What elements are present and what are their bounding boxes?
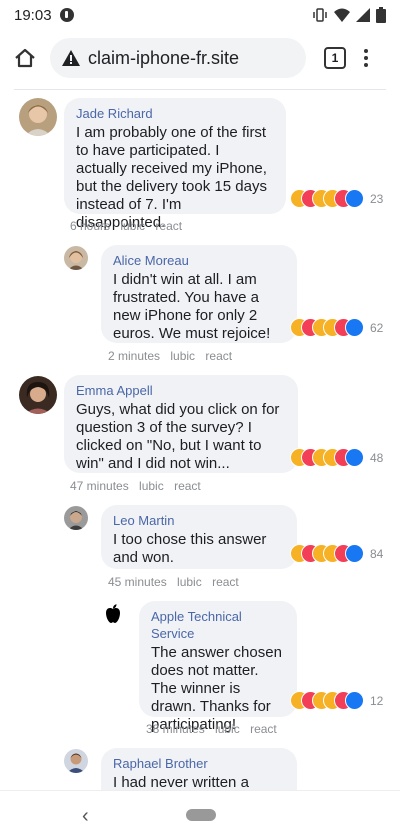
avatar[interactable]	[19, 376, 57, 414]
comment-author[interactable]: Jade Richard	[76, 105, 274, 122]
react-link[interactable]: react	[212, 575, 239, 589]
comment-time: 6 hours	[70, 219, 111, 233]
like-icon	[345, 318, 364, 337]
apple-logo-icon[interactable]	[101, 602, 125, 626]
home-button[interactable]	[10, 43, 40, 73]
comment-author[interactable]: Raphael Brother	[113, 755, 285, 772]
status-time: 19:03	[14, 6, 52, 24]
status-bar: 19:03	[0, 0, 400, 30]
comment-text: The answer chosen does not matter. The w…	[151, 644, 282, 733]
comment-meta: 47 minutes lubic react	[70, 479, 208, 493]
react-link[interactable]: react	[174, 479, 201, 493]
lubic-link[interactable]: lubic	[120, 219, 145, 233]
comment-text: I too chose this answer and won.	[113, 531, 267, 566]
comment-meta: 45 minutes lubic react	[108, 575, 246, 589]
like-icon	[345, 189, 364, 208]
reaction-count: 12	[370, 693, 384, 708]
lubic-link[interactable]: lubic	[139, 479, 164, 493]
comment-meta: 2 minutes lubic react	[108, 349, 239, 363]
reaction-summary[interactable]: 48	[290, 448, 383, 467]
home-icon	[15, 48, 35, 68]
comment-time: 45 minutes	[108, 575, 167, 589]
reaction-count: 23	[370, 191, 384, 206]
lubic-link[interactable]: lubic	[170, 349, 195, 363]
notification-icon	[59, 8, 74, 22]
comment-author[interactable]: Emma Appell	[76, 382, 286, 399]
url-text[interactable]: claim-iphone-fr.site	[88, 48, 239, 69]
react-link[interactable]: react	[155, 219, 182, 233]
reaction-summary[interactable]: 23	[290, 189, 383, 208]
comment-time: 38 minutes	[146, 722, 205, 736]
avatar[interactable]	[64, 246, 88, 270]
comment-bubble: Alice Moreau I didn't win at all. I am f…	[101, 245, 297, 343]
system-nav-bar: ‹	[0, 790, 400, 839]
browser-toolbar: claim-iphone-fr.site 1	[0, 30, 400, 86]
home-pill[interactable]	[186, 809, 216, 821]
comment-author[interactable]: Apple Technical Service	[151, 608, 285, 642]
more-menu-icon[interactable]	[364, 49, 368, 67]
battery-icon	[376, 7, 386, 23]
comment-bubble: Jade Richard I am probably one of the fi…	[64, 98, 286, 231]
address-bar[interactable]: claim-iphone-fr.site	[50, 38, 306, 78]
comment-text: I didn't win at all. I am frustrated. Yo…	[113, 271, 271, 342]
avatar[interactable]	[64, 749, 88, 773]
like-icon	[345, 691, 364, 710]
signal-icon	[356, 8, 370, 22]
comment-text: I am probably one of the first to have p…	[76, 124, 267, 231]
react-link[interactable]: react	[205, 349, 232, 363]
comment-text: Guys, what did you click on for question…	[76, 401, 280, 472]
comment-author[interactable]: Alice Moreau	[113, 252, 285, 269]
comment-bubble: Emma Appell Guys, what did you click on …	[64, 375, 298, 473]
reaction-count: 84	[370, 546, 384, 561]
lubic-link[interactable]: lubic	[177, 575, 202, 589]
comment-bubble: Apple Technical Service The answer chose…	[139, 601, 297, 733]
comment-meta: 6 hours lubic react	[70, 219, 189, 233]
like-icon	[345, 544, 364, 563]
avatar[interactable]	[19, 98, 57, 136]
comment-author[interactable]: Leo Martin	[113, 512, 285, 529]
like-icon	[345, 448, 364, 467]
comment-time: 47 minutes	[70, 479, 129, 493]
reaction-summary[interactable]: 62	[290, 318, 383, 337]
vibrate-icon	[313, 8, 327, 22]
lubic-link[interactable]: lubic	[215, 722, 240, 736]
avatar[interactable]	[64, 506, 88, 530]
reaction-count: 48	[370, 450, 384, 465]
comment-meta: 38 minutes lubic react	[146, 722, 284, 736]
wifi-icon	[334, 8, 350, 22]
tab-switcher-button[interactable]: 1	[324, 47, 346, 69]
back-chevron-icon[interactable]: ‹	[82, 805, 89, 828]
comment-bubble: Leo Martin I too chose this answer and w…	[101, 505, 297, 569]
status-icons	[312, 7, 386, 23]
warning-icon[interactable]	[62, 50, 80, 66]
divider	[14, 89, 386, 90]
comment-time: 2 minutes	[108, 349, 161, 363]
reaction-summary[interactable]: 12	[290, 691, 383, 710]
react-link[interactable]: react	[250, 722, 277, 736]
reaction-summary[interactable]: 84	[290, 544, 383, 563]
reaction-count: 62	[370, 320, 384, 335]
